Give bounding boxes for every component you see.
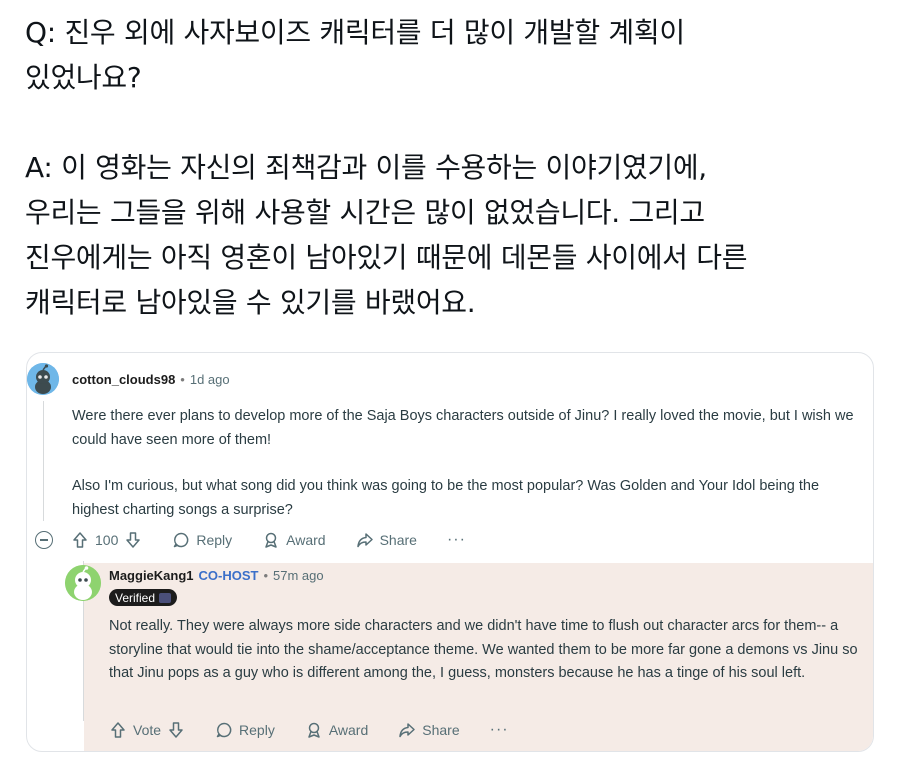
verified-badge: Verified	[109, 589, 178, 606]
vote-label: Vote	[133, 722, 162, 738]
award-label: Award	[286, 532, 326, 548]
vote-control: 100	[71, 531, 142, 549]
badge-icon	[159, 592, 172, 603]
share-label: Share	[422, 722, 460, 738]
more-icon: ···	[446, 531, 466, 548]
snoo-avatar-icon[interactable]	[27, 363, 59, 395]
share-icon	[399, 723, 416, 738]
comment-body: Were there ever plans to develop more of…	[72, 405, 862, 545]
comment-icon	[216, 722, 232, 738]
reply-button[interactable]: Reply	[172, 531, 232, 549]
reply-label: Reply	[239, 722, 275, 738]
comment-icon	[174, 532, 189, 548]
question-text: Q: 진우 외에 사자보이즈 캐릭터를 더 많이 개발할 계획이 있었나요?	[25, 16, 685, 94]
snoo-avatar-icon[interactable]	[65, 565, 101, 601]
thread-line[interactable]	[43, 401, 44, 521]
downvote-icon[interactable]	[167, 721, 185, 739]
upvote-icon[interactable]	[109, 721, 127, 739]
comment-author[interactable]: cotton_clouds98	[72, 372, 175, 387]
reply-label: Reply	[196, 532, 233, 548]
award-button[interactable]: Award	[305, 721, 368, 739]
share-button[interactable]: Share	[356, 531, 417, 549]
comment-meta: cotton_clouds98 • 1d ago	[72, 372, 230, 387]
award-button[interactable]: Award	[262, 531, 326, 549]
award-icon	[265, 532, 277, 548]
upvote-icon[interactable]	[71, 531, 89, 549]
comment-paragraph: Were there ever plans to develop more of…	[72, 408, 854, 448]
reply-actions: Vote Reply Award Share ···	[109, 721, 539, 739]
vote-count: 100	[95, 532, 119, 548]
more-options-button[interactable]: ···	[447, 531, 466, 549]
post-text: Q: 진우 외에 사자보이즈 캐릭터를 더 많이 개발할 계획이 있었나요? A…	[25, 10, 885, 325]
reply-meta: MaggieKang1 CO-HOST • 57m ago	[109, 568, 324, 583]
share-button[interactable]: Share	[398, 721, 460, 739]
vote-control: Vote	[109, 721, 185, 739]
reply-button[interactable]: Reply	[215, 721, 275, 739]
downvote-icon[interactable]	[124, 531, 142, 549]
comment-paragraph: Also I'm curious, but what song did you …	[72, 478, 820, 518]
reply-body: Not really. They were always more side c…	[109, 618, 858, 681]
share-label: Share	[379, 532, 417, 548]
reddit-comment-card: cotton_clouds98 • 1d ago Were there ever…	[26, 352, 874, 752]
more-options-button[interactable]: ···	[490, 721, 509, 739]
share-icon	[356, 533, 373, 548]
comment-actions: 100 Reply Award Share ···	[35, 531, 496, 549]
verified-label: Verified	[115, 590, 156, 605]
award-label: Award	[328, 722, 369, 738]
cohost-flair: CO-HOST	[198, 568, 259, 583]
more-icon: ···	[489, 721, 509, 738]
award-icon	[308, 722, 320, 738]
reply-author[interactable]: MaggieKang1	[109, 568, 194, 583]
reply-time: 57m ago	[273, 568, 324, 583]
answer-text: A: 이 영화는 자신의 죄책감과 이를 수용하는 이야기였기에, 우리는 그들…	[25, 151, 748, 319]
collapse-icon[interactable]	[35, 531, 53, 549]
comment-time: 1d ago	[189, 372, 230, 387]
